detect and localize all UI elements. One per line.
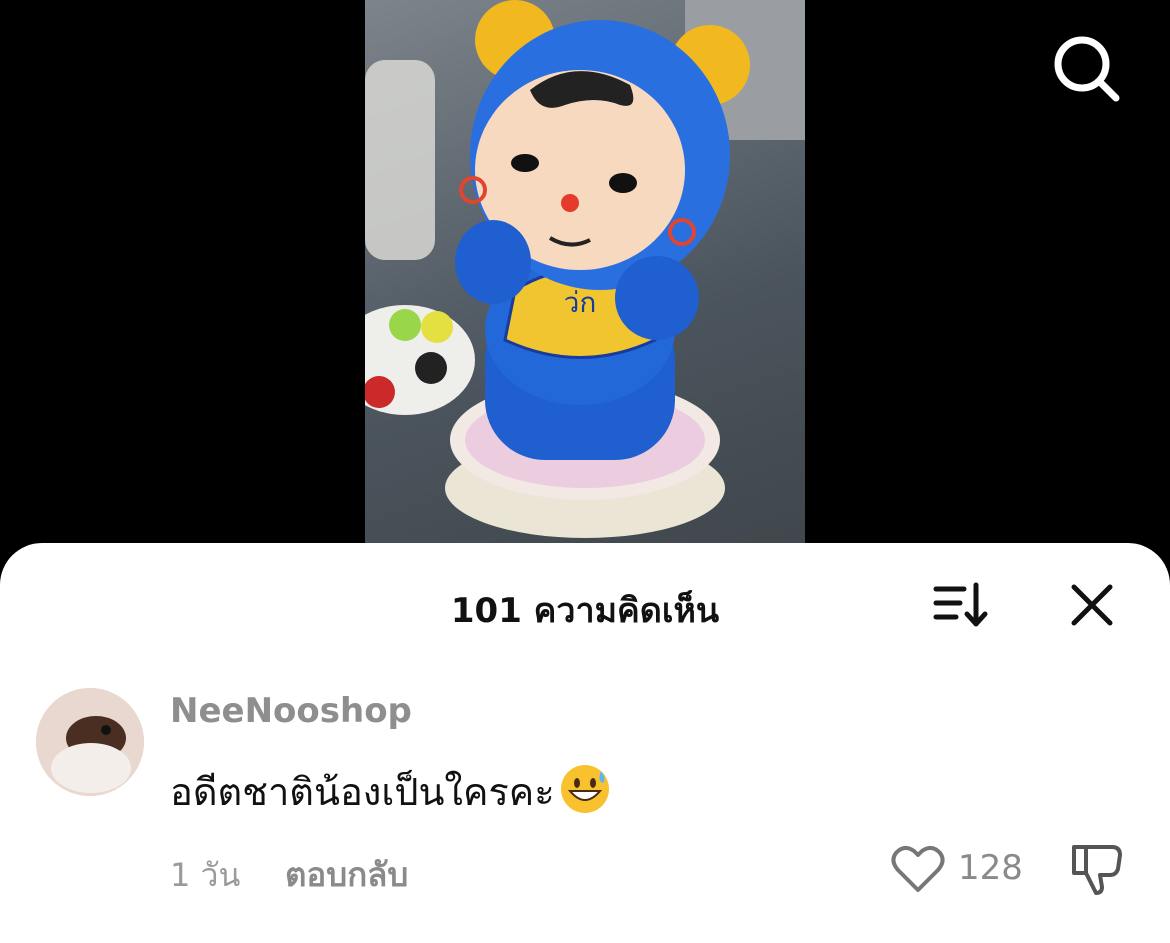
video-frame[interactable]: ว่ก bbox=[365, 0, 805, 560]
video-player[interactable]: ว่ก bbox=[0, 0, 1170, 560]
grinning-sweat-emoji-icon bbox=[560, 765, 609, 813]
like-count: 128 bbox=[958, 848, 1023, 888]
figurine-image: ว่ก bbox=[365, 0, 805, 538]
like-button[interactable] bbox=[890, 841, 946, 897]
thumbs-down-icon bbox=[1072, 845, 1122, 895]
close-icon bbox=[1071, 584, 1113, 626]
sort-icon bbox=[933, 582, 988, 627]
comment-time: 1 วัน bbox=[170, 856, 241, 894]
comment-text: อดีตชาติน้องเป็นใครคะ bbox=[170, 770, 555, 814]
reply-button[interactable]: ตอบกลับ bbox=[285, 848, 408, 901]
search-icon bbox=[1054, 36, 1120, 102]
dislike-button[interactable] bbox=[1068, 841, 1128, 897]
sort-button[interactable] bbox=[930, 581, 990, 629]
comments-count-title: 101 ความคิดเห็น bbox=[450, 591, 720, 631]
figurine-bib-text: ว่ก bbox=[564, 286, 597, 319]
comment-body: อดีตชาติน้องเป็นใครคะ bbox=[170, 761, 611, 822]
heart-icon bbox=[891, 846, 945, 892]
close-button[interactable] bbox=[1068, 581, 1116, 629]
comment-username[interactable]: NeeNooshop bbox=[170, 691, 412, 731]
commenter-avatar[interactable] bbox=[36, 688, 144, 796]
comments-sheet: 101 ความคิดเห็น NeeNooshop อดีตชาติน้องเ… bbox=[0, 543, 1170, 943]
search-button[interactable] bbox=[1050, 32, 1122, 104]
